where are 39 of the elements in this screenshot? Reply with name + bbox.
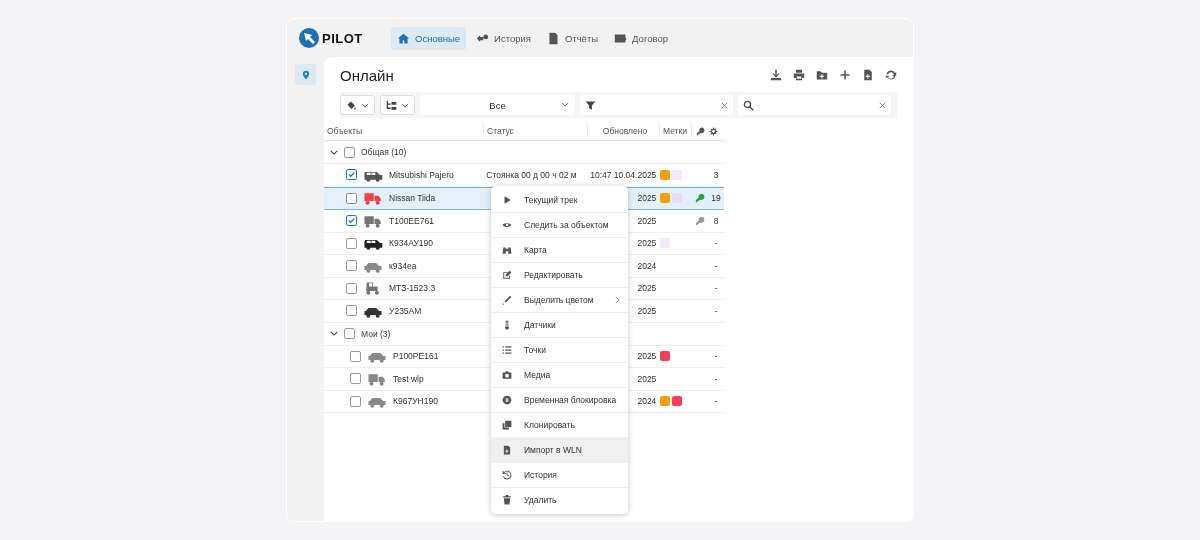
object-name: Mitsubishi Pajero [389, 169, 454, 180]
count: - [714, 351, 718, 362]
count: - [714, 260, 718, 271]
updated-time: 2024 [637, 396, 657, 407]
count: - [714, 283, 718, 294]
object-name: к934еа [389, 260, 417, 271]
page-title: Онлайн [340, 66, 394, 84]
object-name: У235АМ [389, 305, 422, 316]
object-name: К967УН190 [393, 396, 438, 407]
object-name: Test wlp [393, 373, 424, 384]
updated-time: 2025 [637, 373, 657, 384]
updated-time: 2024 [637, 260, 657, 271]
updated-time: 2025 [637, 193, 657, 204]
updated-time: 2025 [637, 305, 657, 316]
group-name: Мои (3) [361, 328, 391, 339]
updated-time: 2025 [637, 351, 657, 362]
count: - [714, 305, 718, 316]
updated-time: 2025 [637, 283, 657, 294]
column-header: Статус [484, 122, 588, 140]
group-name: Общая (10) [361, 147, 407, 157]
count: 8 [713, 215, 719, 226]
object-name: Р100РЕ161 [393, 351, 439, 362]
status-text: Стоянка 00 д 00 ч 02 м [486, 169, 577, 180]
count: - [714, 396, 718, 407]
column-header: Обновлено [588, 122, 660, 140]
count: 3 [713, 169, 719, 180]
object-name: Nissan Tiida [389, 193, 436, 204]
object-name: МТЗ-1523.3 [389, 283, 436, 294]
count: - [714, 373, 718, 384]
updated-time: 2025 [637, 215, 657, 226]
updated-time: 10:47 10.04.2025 [590, 169, 657, 180]
column-header: Метки [660, 122, 692, 140]
object-name: T100EE761 [389, 215, 434, 226]
brand-name: PILOT [322, 30, 363, 46]
column-header: Объекты [324, 122, 484, 140]
updated-time: 2025 [637, 238, 657, 249]
count: 19 [711, 193, 721, 204]
count: - [714, 238, 718, 249]
object-name: К934АУ190 [389, 238, 433, 249]
